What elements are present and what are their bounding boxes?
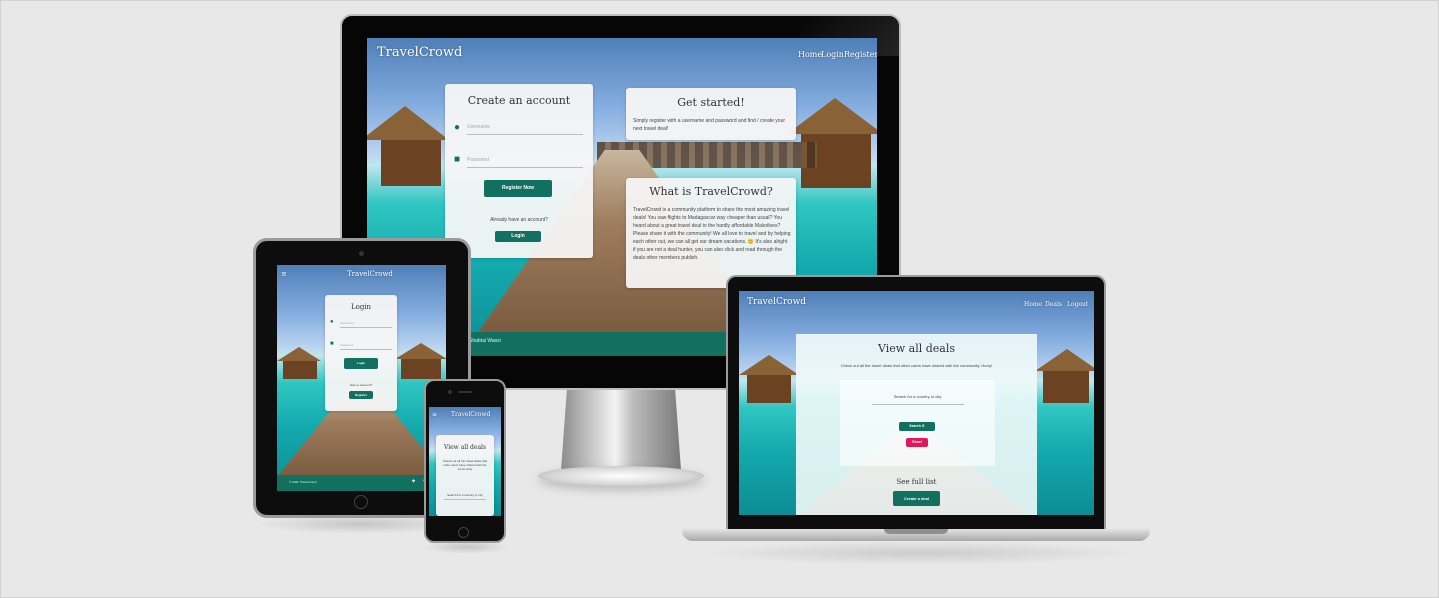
- phone-deals-card: View all deals Check out all the travel …: [436, 435, 494, 516]
- desktop-footer-text: Shabtai Wassi: [469, 338, 501, 344]
- tablet-username-input[interactable]: Username: [340, 321, 354, 325]
- phone-menu-icon[interactable]: ≡: [432, 411, 437, 418]
- tablet-password-underline: [340, 349, 392, 350]
- monitor-stand: [561, 388, 681, 470]
- tablet-footer: © 2021 TravelCrowd ✦ ●: [277, 475, 446, 491]
- tablet-brand[interactable]: TravelCrowd: [347, 270, 393, 278]
- tablet-camera-icon: [359, 251, 364, 256]
- laptop-full-list-heading: See full list: [896, 478, 937, 486]
- create-account-card: Create an account ● Username ■ Password …: [445, 84, 593, 258]
- laptop-search-box: Search for a country or city Search ⌕ Re…: [840, 380, 995, 466]
- what-is-card: What is TravelCrowd? TravelCrowd is a co…: [626, 178, 796, 288]
- get-started-card: Get started! Simply register with a user…: [626, 88, 796, 140]
- phone-home-button[interactable]: [458, 527, 469, 538]
- username-underline: [467, 134, 583, 135]
- laptop-screen: TravelCrowd Home Deals Logout View all d…: [739, 291, 1094, 515]
- register-now-button[interactable]: Register Now: [484, 180, 552, 197]
- tablet-no-account-text: New to account?: [349, 383, 373, 387]
- tablet-screen: ≡ TravelCrowd Login ● Username ■ Passwor…: [277, 265, 446, 491]
- username-input[interactable]: Username: [467, 124, 490, 130]
- password-input[interactable]: Password: [467, 157, 489, 163]
- laptop-reset-button[interactable]: Reset: [906, 438, 928, 447]
- phone-search-input[interactable]: Search for a country or city: [436, 493, 494, 497]
- desktop-nav-register[interactable]: Register: [844, 50, 877, 59]
- tablet-footer-text: © 2021 TravelCrowd: [289, 480, 317, 484]
- laptop-brand[interactable]: TravelCrowd: [747, 297, 806, 307]
- what-is-text: TravelCrowd is a community platform to s…: [633, 207, 791, 261]
- laptop-trackpad-notch: [884, 529, 948, 534]
- laptop-search-button-label: Search: [909, 424, 921, 428]
- phone-deals-subtitle: Check out all the travel deals that othe…: [442, 459, 488, 471]
- already-account-text: Already have an account?: [490, 217, 548, 223]
- desktop-nav-login[interactable]: Login: [821, 50, 844, 59]
- get-started-text: Simply register with a username and pass…: [633, 118, 786, 132]
- laptop-deals-subtitle: Check out all the travel deals that othe…: [840, 363, 993, 368]
- tablet-register-button[interactable]: Register: [349, 391, 373, 399]
- tablet-password-input[interactable]: Password: [340, 343, 353, 347]
- phone-screen: ≡ TravelCrowd View all deals Check out a…: [429, 407, 501, 516]
- tablet-home-button[interactable]: [354, 495, 368, 509]
- laptop-create-deal-button[interactable]: Create a deal: [893, 491, 940, 506]
- phone-brand[interactable]: TravelCrowd: [451, 411, 490, 418]
- what-is-title: What is TravelCrowd?: [649, 185, 773, 198]
- laptop-deals-panel: View all deals Check out all the travel …: [796, 334, 1037, 515]
- monitor-base: [538, 466, 704, 486]
- phone-camera-icon: [448, 390, 452, 394]
- desktop-brand[interactable]: TravelCrowd: [377, 45, 462, 60]
- laptop-deals-title: View all deals: [877, 342, 956, 355]
- laptop-nav-logout[interactable]: Logout: [1067, 301, 1088, 308]
- laptop-search-input[interactable]: Search for a country or city: [840, 394, 995, 399]
- desktop-login-button[interactable]: Login: [495, 231, 541, 242]
- tablet-login-card: Login ● Username ■ Password Login New to…: [325, 295, 397, 411]
- phone-speaker: [458, 391, 472, 393]
- tablet-username-underline: [340, 327, 392, 328]
- desktop-nav-home[interactable]: Home: [798, 50, 822, 59]
- tablet-login-title: Login: [350, 303, 372, 311]
- tablet-lock-icon: ■: [330, 341, 334, 347]
- lock-icon: ■: [454, 154, 461, 165]
- create-account-title: Create an account: [467, 94, 571, 107]
- tablet-user-icon: ●: [330, 319, 334, 325]
- laptop-nav-deals[interactable]: Deals: [1045, 301, 1062, 308]
- laptop-nav-home[interactable]: Home: [1024, 301, 1042, 308]
- user-icon: ●: [454, 122, 461, 133]
- search-icon: ⌕: [921, 423, 925, 429]
- tablet-login-button[interactable]: Login: [344, 358, 378, 369]
- phone-search-underline: [444, 499, 486, 500]
- password-underline: [467, 167, 583, 168]
- get-started-title: Get started!: [677, 96, 745, 109]
- laptop-search-underline: [872, 404, 964, 405]
- tablet-menu-icon[interactable]: ≡: [281, 270, 287, 278]
- laptop-search-button[interactable]: Search ⌕: [899, 422, 935, 431]
- twitter-icon[interactable]: ✦: [411, 478, 416, 485]
- laptop-shadow: [700, 541, 1140, 565]
- phone-deals-title: View all deals: [443, 444, 487, 451]
